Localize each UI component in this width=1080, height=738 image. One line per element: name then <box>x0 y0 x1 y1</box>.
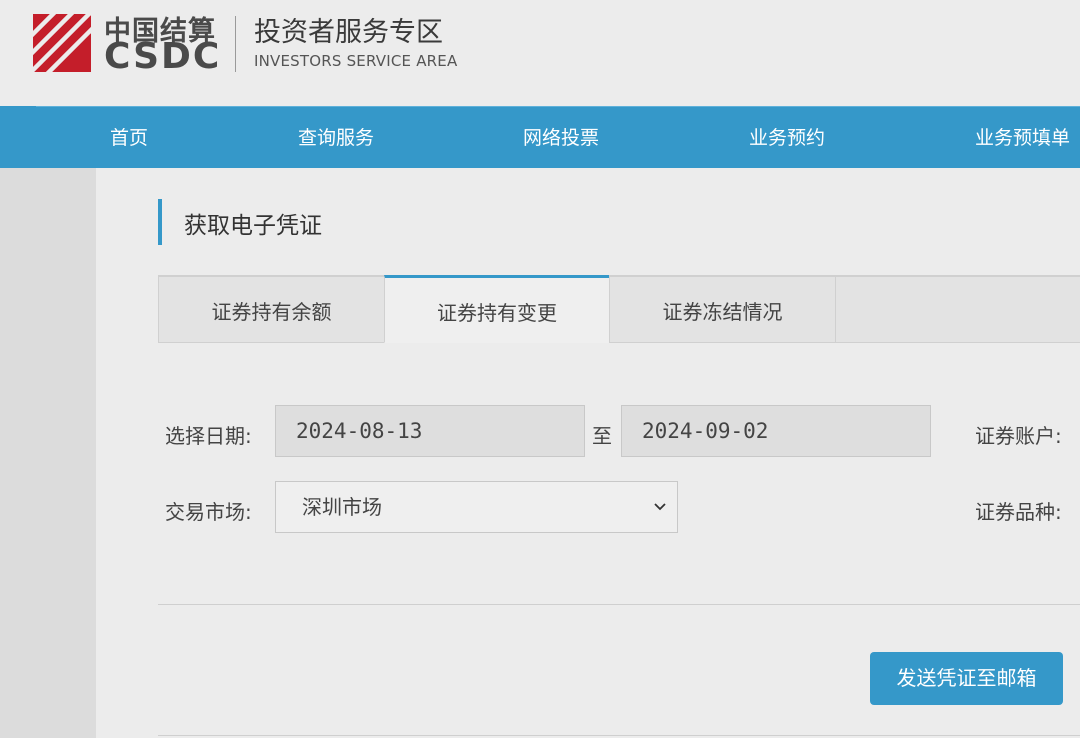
tab-frozen-status[interactable]: 证券冻结情况 <box>609 275 836 343</box>
divider-top <box>158 604 1080 605</box>
tab-strip-filler <box>835 275 1080 343</box>
area-title-cn: 投资者服务专区 <box>254 17 443 48</box>
security-type-label: 证券品种: <box>975 500 1062 524</box>
tab-holding-balance[interactable]: 证券持有余额 <box>158 275 385 343</box>
nav-item-prefill-form[interactable]: 业务预填单 <box>975 106 1070 168</box>
header: 中国结算 CSDC 投资者服务专区 INVESTORS SERVICE AREA <box>0 0 1080 106</box>
logo-text-en: CSDC <box>104 36 222 77</box>
market-select[interactable]: 深圳市场 <box>275 481 678 533</box>
chevron-down-icon <box>654 503 666 511</box>
nav-item-home[interactable]: 首页 <box>110 106 148 168</box>
nav-item-query-services[interactable]: 查询服务 <box>298 106 374 168</box>
account-label: 证券账户: <box>975 424 1062 448</box>
divider-bottom <box>158 735 1080 736</box>
date-from-input[interactable]: 2024-08-13 <box>275 405 585 457</box>
market-label: 交易市场: <box>165 500 252 524</box>
date-separator: 至 <box>592 424 612 448</box>
send-to-email-button[interactable]: 发送凭证至邮箱 <box>870 652 1063 705</box>
logo-divider <box>235 16 236 72</box>
area-title-en: INVESTORS SERVICE AREA <box>254 52 458 70</box>
csdc-logo-icon <box>33 14 91 72</box>
market-select-value: 深圳市场 <box>302 495 382 519</box>
date-label: 选择日期: <box>165 424 252 448</box>
nav-item-appointment[interactable]: 业务预约 <box>749 106 825 168</box>
tab-holding-changes[interactable]: 证券持有变更 <box>384 275 610 343</box>
sidebar <box>0 168 96 738</box>
nav-item-online-voting[interactable]: 网络投票 <box>523 106 599 168</box>
date-to-input[interactable]: 2024-09-02 <box>621 405 931 457</box>
main-nav: 首页 查询服务 网络投票 业务预约 业务预填单 <box>0 106 1080 168</box>
page-title: 获取电子凭证 <box>184 213 322 239</box>
title-accent-bar <box>158 199 162 245</box>
